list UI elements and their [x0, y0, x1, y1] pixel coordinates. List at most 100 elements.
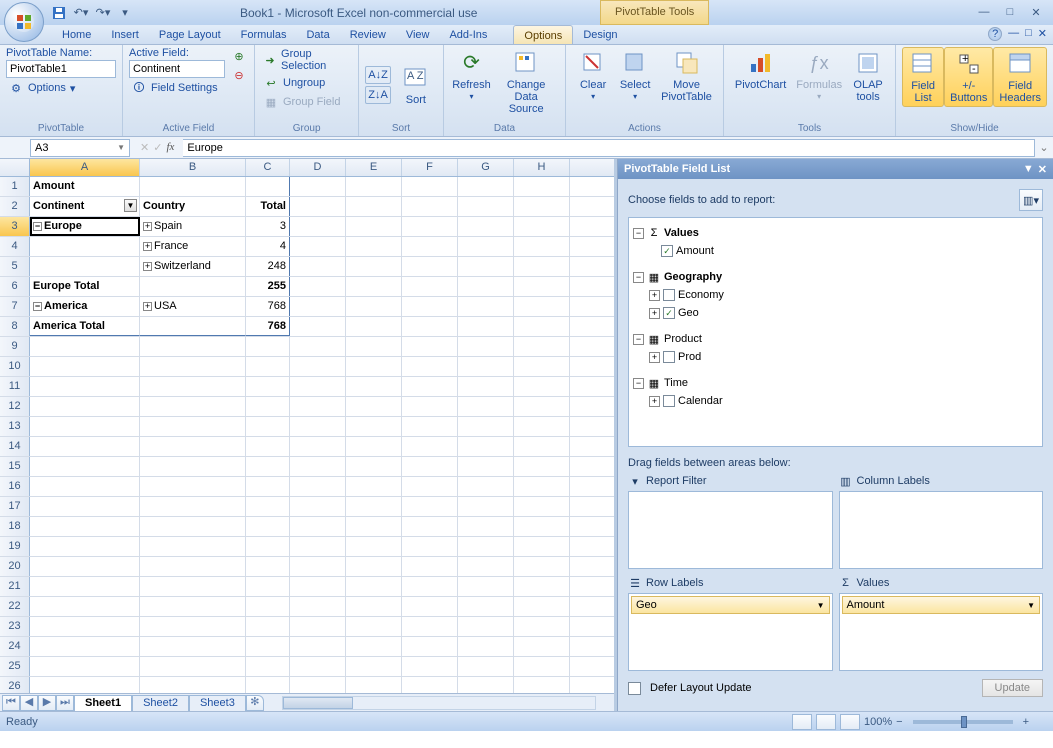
- cell[interactable]: [458, 477, 514, 496]
- close-icon[interactable]: ✕: [1027, 6, 1045, 19]
- maximize-icon[interactable]: □: [1001, 6, 1019, 19]
- cell[interactable]: [514, 197, 570, 216]
- minimize-icon[interactable]: —: [975, 6, 993, 19]
- cell[interactable]: [346, 657, 402, 676]
- cell[interactable]: [402, 657, 458, 676]
- cell[interactable]: [514, 297, 570, 316]
- calendar-checkbox[interactable]: [663, 395, 675, 407]
- cell[interactable]: 248: [246, 257, 290, 276]
- cell[interactable]: [346, 377, 402, 396]
- cell[interactable]: [402, 377, 458, 396]
- row-header[interactable]: 10: [0, 357, 30, 376]
- expand-field-button[interactable]: ⊕: [229, 47, 249, 65]
- economy-checkbox[interactable]: [663, 289, 675, 301]
- cell[interactable]: [458, 237, 514, 256]
- cell[interactable]: [30, 657, 140, 676]
- enter-formula-icon[interactable]: ✓: [153, 141, 162, 154]
- cell[interactable]: [346, 437, 402, 456]
- save-icon[interactable]: [50, 4, 68, 22]
- sheet-tab[interactable]: Sheet1: [74, 695, 132, 711]
- expand-prod-icon[interactable]: +: [649, 352, 660, 363]
- cell[interactable]: [402, 177, 458, 196]
- cell[interactable]: [290, 477, 346, 496]
- page-layout-view-icon[interactable]: [816, 714, 836, 730]
- cell[interactable]: [30, 677, 140, 693]
- cell[interactable]: [290, 177, 346, 196]
- cell[interactable]: 3: [246, 217, 290, 236]
- expand-country-icon[interactable]: +: [143, 302, 152, 311]
- cell[interactable]: [346, 597, 402, 616]
- cell[interactable]: [458, 497, 514, 516]
- cell[interactable]: [346, 177, 402, 196]
- cell[interactable]: [402, 297, 458, 316]
- cell[interactable]: [514, 557, 570, 576]
- cell[interactable]: [514, 577, 570, 596]
- cell[interactable]: [402, 437, 458, 456]
- field-list-dropdown-icon[interactable]: ▼: [1023, 163, 1034, 175]
- cell[interactable]: [140, 537, 246, 556]
- field-calendar[interactable]: Calendar: [678, 395, 1038, 407]
- cell[interactable]: Europe Total: [30, 277, 140, 296]
- change-data-source-button[interactable]: Change Data Source: [493, 47, 559, 117]
- row-header[interactable]: 24: [0, 637, 30, 656]
- cell[interactable]: [402, 417, 458, 436]
- row-header[interactable]: 15: [0, 457, 30, 476]
- cell[interactable]: [514, 497, 570, 516]
- amount-checkbox[interactable]: ✓: [661, 245, 673, 257]
- horizontal-scrollbar[interactable]: [282, 696, 596, 710]
- cell[interactable]: [458, 317, 514, 336]
- cell[interactable]: [246, 377, 290, 396]
- cell[interactable]: [402, 237, 458, 256]
- cell[interactable]: [290, 237, 346, 256]
- cell[interactable]: [402, 477, 458, 496]
- cell[interactable]: [346, 577, 402, 596]
- cell[interactable]: [30, 257, 140, 276]
- cell[interactable]: [402, 397, 458, 416]
- cell[interactable]: [514, 617, 570, 636]
- cell[interactable]: [458, 597, 514, 616]
- tab-home[interactable]: Home: [52, 25, 101, 44]
- zoom-level[interactable]: 100%: [864, 716, 892, 728]
- cell[interactable]: [346, 497, 402, 516]
- cell[interactable]: Country: [140, 197, 246, 216]
- workbook-restore-icon[interactable]: □: [1025, 27, 1032, 41]
- cell[interactable]: [346, 457, 402, 476]
- cell[interactable]: [402, 517, 458, 536]
- cell[interactable]: [458, 657, 514, 676]
- row-header[interactable]: 18: [0, 517, 30, 536]
- row-header[interactable]: 5: [0, 257, 30, 276]
- cell[interactable]: [346, 617, 402, 636]
- tab-insert[interactable]: Insert: [101, 25, 149, 44]
- sheet-tab[interactable]: Sheet2: [132, 695, 189, 711]
- tab-data[interactable]: Data: [296, 25, 339, 44]
- cell[interactable]: [140, 317, 246, 336]
- row-header[interactable]: 7: [0, 297, 30, 316]
- active-field-input[interactable]: [129, 60, 225, 78]
- workbook-close-icon[interactable]: ✕: [1038, 27, 1047, 41]
- refresh-button[interactable]: ⟳Refresh▾: [450, 47, 493, 105]
- cell[interactable]: [346, 357, 402, 376]
- geo-checkbox[interactable]: ✓: [663, 307, 675, 319]
- cell[interactable]: [30, 637, 140, 656]
- cell[interactable]: [140, 597, 246, 616]
- cell[interactable]: [140, 177, 246, 196]
- cell[interactable]: [140, 497, 246, 516]
- row-header[interactable]: 2: [0, 197, 30, 216]
- cell[interactable]: [246, 477, 290, 496]
- cell[interactable]: [290, 217, 346, 236]
- sort-button[interactable]: A ZSort: [395, 62, 437, 108]
- cell[interactable]: [290, 517, 346, 536]
- cell[interactable]: [30, 397, 140, 416]
- collapse-product-icon[interactable]: −: [633, 334, 644, 345]
- cell[interactable]: [30, 597, 140, 616]
- cell[interactable]: [458, 577, 514, 596]
- cell[interactable]: [346, 677, 402, 693]
- cell[interactable]: [246, 557, 290, 576]
- cell[interactable]: [290, 437, 346, 456]
- cell[interactable]: [402, 357, 458, 376]
- cell[interactable]: [290, 497, 346, 516]
- cell[interactable]: [290, 597, 346, 616]
- cell[interactable]: [140, 397, 246, 416]
- cell[interactable]: Amount: [30, 177, 140, 196]
- pivotchart-button[interactable]: PivotChart: [730, 47, 791, 93]
